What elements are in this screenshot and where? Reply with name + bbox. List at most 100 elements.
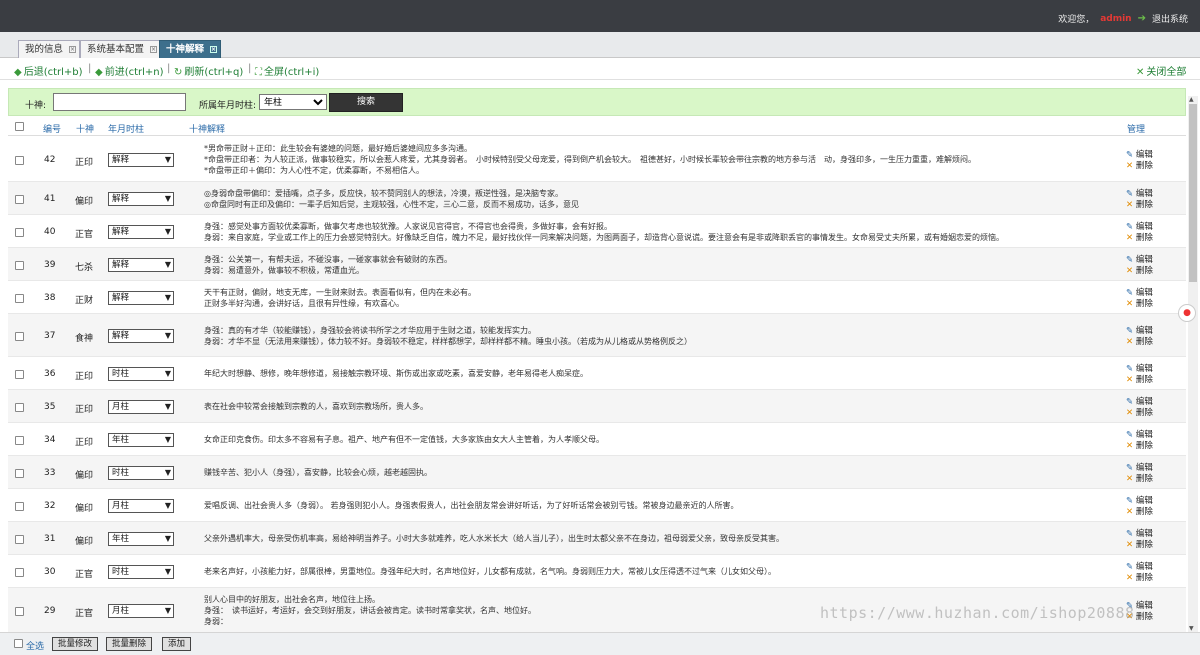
search-button[interactable]: 搜索 <box>329 93 403 112</box>
row-checkbox[interactable] <box>15 332 24 341</box>
table-row: 30 正官 时柱 ▼ 老来名声好，小孩能力好，部属很棒，男重地位。身强年纪大时，名声地位… <box>8 555 1186 588</box>
row-id: 30 <box>44 567 56 577</box>
row-pillar-select[interactable]: 时柱 ▼ <box>108 466 174 480</box>
row-pillar-select[interactable]: 月柱 ▼ <box>108 604 174 618</box>
delete-link[interactable]: ✕ 删除 <box>1126 573 1153 584</box>
fullscreen-button[interactable]: ⛶ 全屏(ctrl+i) <box>255 63 319 78</box>
row-checkbox[interactable] <box>15 607 24 616</box>
row-pillar-select[interactable]: 解释 ▼ <box>108 192 174 206</box>
select-all-label[interactable]: 全选 <box>26 639 44 652</box>
scroll-up-icon[interactable]: ▲ <box>1189 96 1194 103</box>
close-all-button[interactable]: ✕ 关闭全部 <box>1136 63 1186 78</box>
exit-arrow-icon[interactable]: ➔ <box>1138 13 1146 24</box>
floating-helper-icon[interactable]: ● <box>1178 304 1196 322</box>
row-pillar-select[interactable]: 时柱 ▼ <box>108 565 174 579</box>
add-button[interactable]: 添加 <box>162 637 192 651</box>
back-button[interactable]: ◆ 后退(ctrl+b) <box>14 63 83 78</box>
edit-link[interactable]: ✎ 编辑 <box>1126 562 1153 573</box>
row-checkbox[interactable] <box>15 436 24 445</box>
delete-link[interactable]: ✕ 删除 <box>1126 266 1153 277</box>
edit-link[interactable]: ✎ 编辑 <box>1126 222 1153 233</box>
tab-system-config[interactable]: 系统基本配置 × <box>80 40 162 58</box>
scroll-down-icon[interactable]: ▼ <box>1189 625 1194 632</box>
row-pillar-select[interactable]: 解释 ▼ <box>108 225 174 239</box>
batch-edit-button[interactable]: 批量修改 <box>52 637 99 651</box>
row-checkbox[interactable] <box>15 403 24 412</box>
delete-link[interactable]: ✕ 删除 <box>1126 299 1153 310</box>
row-pillar-value: 月柱 <box>112 606 130 616</box>
close-tab-icon[interactable]: × <box>150 46 158 53</box>
tab-label: 我的信息 <box>25 44 64 55</box>
desc-line: 父亲外遇机率大，母亲受伤机率高，易给神明当养子。小时大多就难养，吃人水米长大（给… <box>204 534 784 543</box>
row-pillar-select[interactable]: 解释 ▼ <box>108 258 174 272</box>
tab-my-info[interactable]: 我的信息 × <box>18 40 81 58</box>
row-checkbox[interactable] <box>15 228 24 237</box>
edit-link[interactable]: ✎ 编辑 <box>1126 463 1153 474</box>
username: admin <box>1100 13 1132 24</box>
edit-link[interactable]: ✎ 编辑 <box>1126 189 1153 200</box>
delete-link[interactable]: ✕ 删除 <box>1126 507 1153 518</box>
row-pillar-select[interactable]: 解释 ▼ <box>108 329 174 343</box>
row-pillar-value: 解释 <box>112 293 130 303</box>
edit-label: 编辑 <box>1135 529 1153 539</box>
row-checkbox[interactable] <box>15 294 24 303</box>
logout-link[interactable]: 退出系统 <box>1152 12 1188 25</box>
edit-link[interactable]: ✎ 编辑 <box>1126 255 1153 266</box>
pencil-icon: ✎ <box>1126 562 1134 572</box>
row-pillar-select[interactable]: 时柱 ▼ <box>108 367 174 381</box>
delete-link[interactable]: ✕ 删除 <box>1126 337 1153 348</box>
desc-line: 女命正印克食伤。印太多不容易有子息。祖产、地产有但不一定值钱，大多家族由女大人主… <box>204 435 604 444</box>
row-pillar-value: 解释 <box>112 227 130 237</box>
row-checkbox[interactable] <box>15 469 24 478</box>
scrollbar[interactable]: ▲ ▼ <box>1188 96 1198 632</box>
close-tab-icon[interactable]: × <box>210 46 218 53</box>
row-pillar-select[interactable]: 解释 ▼ <box>108 153 174 167</box>
tab-bar: 我的信息 × 系统基本配置 × 十神解释 × <box>0 32 1200 58</box>
edit-link[interactable]: ✎ 编辑 <box>1126 397 1153 408</box>
pillar-select[interactable]: 年柱 <box>259 94 327 110</box>
row-checkbox[interactable] <box>15 195 24 204</box>
row-pillar-select[interactable]: 月柱 ▼ <box>108 499 174 513</box>
shishen-input[interactable] <box>53 93 186 111</box>
row-pillar-select[interactable]: 年柱 ▼ <box>108 532 174 546</box>
edit-link[interactable]: ✎ 编辑 <box>1126 150 1153 161</box>
delete-link[interactable]: ✕ 删除 <box>1126 161 1153 172</box>
row-shishen: 七杀 <box>75 263 94 273</box>
row-checkbox[interactable] <box>15 261 24 270</box>
scrollbar-thumb[interactable] <box>1189 104 1197 282</box>
edit-link[interactable]: ✎ 编辑 <box>1126 326 1153 337</box>
edit-link[interactable]: ✎ 编辑 <box>1126 529 1153 540</box>
edit-link[interactable]: ✎ 编辑 <box>1126 288 1153 299</box>
row-checkbox[interactable] <box>15 156 24 165</box>
welcome-text: 欢迎您， <box>1058 15 1095 25</box>
delete-link[interactable]: ✕ 删除 <box>1126 441 1153 452</box>
row-checkbox[interactable] <box>15 502 24 511</box>
select-all-checkbox[interactable] <box>14 639 23 648</box>
close-tab-icon[interactable]: × <box>69 46 77 53</box>
batch-delete-button[interactable]: 批量删除 <box>106 637 153 651</box>
delete-link[interactable]: ✕ 删除 <box>1126 200 1153 211</box>
row-shishen: 正财 <box>75 296 94 306</box>
delete-link[interactable]: ✕ 删除 <box>1126 540 1153 551</box>
desc-line: 爱唱反调、出社会贵人多（身弱）。 若身强则犯小人。身强表假贵人，出社会朋友常会讲… <box>204 501 739 510</box>
row-pillar-select[interactable]: 年柱 ▼ <box>108 433 174 447</box>
tab-shishen[interactable]: 十神解释 × <box>159 40 222 58</box>
row-checkbox[interactable] <box>15 568 24 577</box>
row-checkbox[interactable] <box>15 370 24 379</box>
edit-link[interactable]: ✎ 编辑 <box>1126 364 1153 375</box>
edit-link[interactable]: ✎ 编辑 <box>1126 496 1153 507</box>
forward-button[interactable]: ◆ 前进(ctrl+n) <box>95 63 164 78</box>
delete-link[interactable]: ✕ 删除 <box>1126 474 1153 485</box>
edit-link[interactable]: ✎ 编辑 <box>1126 430 1153 441</box>
row-checkbox[interactable] <box>15 535 24 544</box>
delete-link[interactable]: ✕ 删除 <box>1126 375 1153 386</box>
row-id: 32 <box>44 501 56 511</box>
table-row: 38 正财 解释 ▼ 天干有正财，偏财，地支无库，一生财来财去。表面看似有，但内在未必有… <box>8 281 1186 314</box>
row-shishen: 正印 <box>75 438 94 448</box>
row-pillar-select[interactable]: 月柱 ▼ <box>108 400 174 414</box>
delete-link[interactable]: ✕ 删除 <box>1126 233 1153 244</box>
refresh-button[interactable]: ↻ 刷新(ctrl+q) <box>174 63 243 78</box>
delete-link[interactable]: ✕ 删除 <box>1126 408 1153 419</box>
select-all-header-checkbox[interactable] <box>15 122 24 131</box>
row-pillar-select[interactable]: 解释 ▼ <box>108 291 174 305</box>
